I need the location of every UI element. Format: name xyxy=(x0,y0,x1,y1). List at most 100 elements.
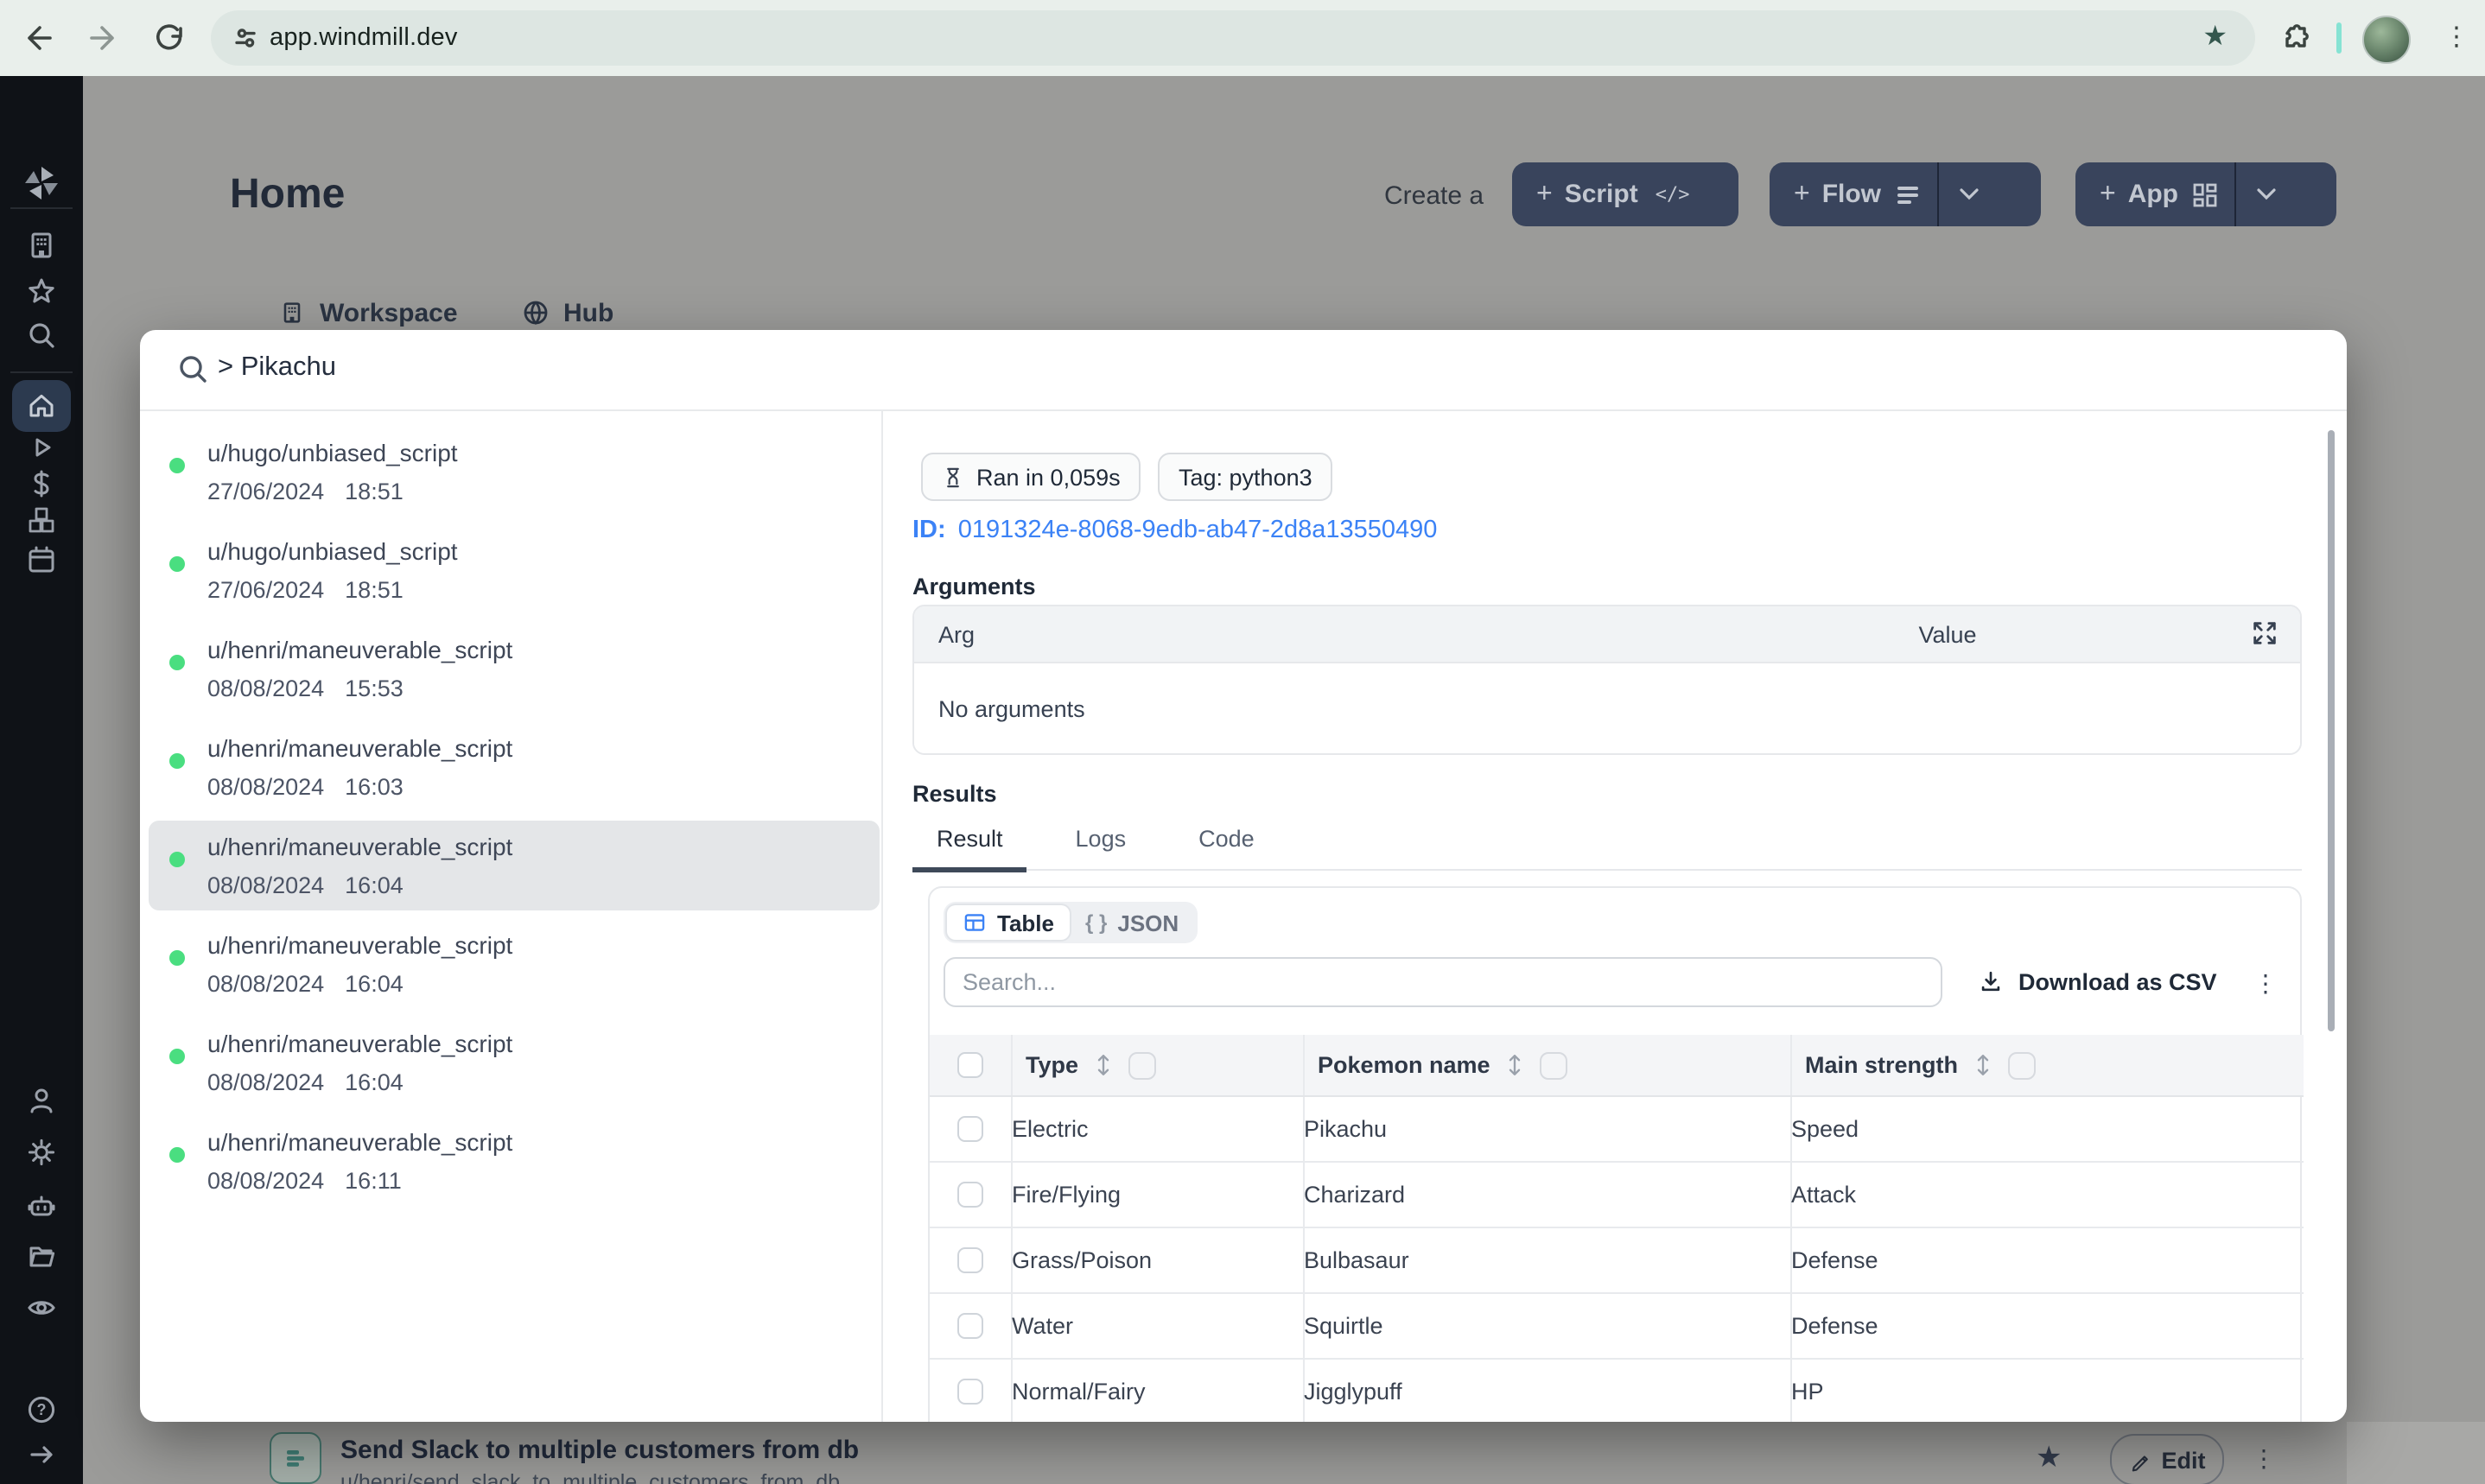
row-checkbox[interactable] xyxy=(957,1116,983,1142)
grid-icon xyxy=(2192,182,2216,206)
column-filter-box[interactable] xyxy=(2008,1051,2037,1079)
sidebar-item-help-icon[interactable]: ? xyxy=(24,1392,59,1427)
sidebar-item-settings-icon[interactable] xyxy=(24,1135,59,1170)
avatar[interactable] xyxy=(2362,16,2411,64)
table-icon xyxy=(964,914,985,931)
run-list-item[interactable]: u/hugo/unbiased_script 27/06/2024 18:51 xyxy=(149,525,880,615)
sidebar-item-search-icon[interactable] xyxy=(24,318,59,352)
sidebar-item-favorites-icon[interactable] xyxy=(24,275,59,309)
sidebar-collapse-icon[interactable] xyxy=(24,1437,59,1472)
run-list-item-selected[interactable]: u/henri/maneuverable_script 08/08/2024 16… xyxy=(149,821,880,910)
cell-main-strength: Defense xyxy=(1789,1227,2304,1294)
back-icon[interactable] xyxy=(21,21,55,55)
table-row[interactable]: Fire/Flying Charizard Attack xyxy=(930,1162,2304,1228)
item-menu-icon[interactable]: ⋮ xyxy=(2252,1444,2276,1474)
bottom-item-title[interactable]: Send Slack to multiple customers from db xyxy=(340,1436,859,1465)
page-edge-strip xyxy=(2347,1422,2485,1484)
detail-scrollbar[interactable] xyxy=(2328,430,2335,1031)
run-list: u/hugo/unbiased_script 27/06/2024 18:51 u… xyxy=(140,409,881,1422)
favorite-star-icon[interactable]: ★ xyxy=(2036,1441,2062,1475)
row-checkbox[interactable] xyxy=(957,1182,983,1208)
tab-code[interactable]: Code xyxy=(1174,819,1279,869)
run-list-item[interactable]: u/henri/maneuverable_script 08/08/2024 15… xyxy=(149,624,880,713)
forward-icon[interactable] xyxy=(86,21,121,55)
cell-type: Water xyxy=(1010,1293,1303,1360)
result-card: Table { } JSON Download as CSV ⋮ xyxy=(928,886,2304,1422)
run-list-item[interactable]: u/henri/maneuverable_script 08/08/2024 16… xyxy=(149,1116,880,1206)
site-settings-icon[interactable] xyxy=(228,21,263,55)
create-flow-button[interactable]: + Flow xyxy=(1770,162,2041,226)
column-header-pokemon-name[interactable]: Pokemon name xyxy=(1318,1052,1490,1078)
edit-button[interactable]: Edit xyxy=(2110,1434,2224,1484)
cell-type: Grass/Poison xyxy=(1010,1227,1303,1294)
sidebar-item-spend-icon[interactable] xyxy=(24,466,59,501)
result-table: Type Pokemon name Main strength Electric… xyxy=(930,1035,2304,1422)
sidebar-item-runs-icon[interactable] xyxy=(24,430,59,465)
run-path: u/hugo/unbiased_script xyxy=(207,439,458,466)
globe-icon xyxy=(524,301,548,325)
run-path: u/henri/maneuverable_script xyxy=(207,734,513,762)
modal-search-input[interactable] xyxy=(218,352,2119,384)
results-label: Results xyxy=(912,781,997,807)
tab-logs[interactable]: Logs xyxy=(1052,819,1151,869)
sidebar-item-user-icon[interactable] xyxy=(24,1083,59,1118)
bookmark-star-icon[interactable]: ★ xyxy=(2202,19,2228,54)
run-path: u/henri/maneuverable_script xyxy=(207,1030,513,1057)
sidebar-item-folders-icon[interactable] xyxy=(24,1239,59,1273)
sort-icon[interactable] xyxy=(1096,1052,1111,1078)
column-header-type[interactable]: Type xyxy=(1026,1052,1078,1078)
modal-search-bar[interactable] xyxy=(140,330,2347,411)
extensions-icon[interactable] xyxy=(2278,21,2312,55)
result-search-input[interactable] xyxy=(944,957,1942,1007)
table-row[interactable]: Water Squirtle Defense xyxy=(930,1293,2304,1360)
column-filter-box[interactable] xyxy=(1540,1051,1568,1079)
create-script-button[interactable]: + Script </> xyxy=(1512,162,1738,226)
run-list-item[interactable]: u/henri/maneuverable_script 08/08/2024 16… xyxy=(149,919,880,1009)
tab-result[interactable]: Result xyxy=(912,819,1027,872)
chevron-down-icon[interactable] xyxy=(2256,188,2275,200)
cell-pokemon-name: Pikachu xyxy=(1302,1096,1790,1163)
sidebar-item-home-icon[interactable] xyxy=(24,389,59,423)
select-all-checkbox[interactable] xyxy=(957,1052,983,1078)
column-header-main-strength[interactable]: Main strength xyxy=(1805,1052,1958,1078)
table-row[interactable]: Grass/Poison Bulbasaur Defense xyxy=(930,1227,2304,1294)
expand-icon[interactable] xyxy=(2250,618,2279,648)
create-script-label: Script xyxy=(1564,180,1638,209)
sort-icon[interactable] xyxy=(1508,1052,1523,1078)
row-checkbox[interactable] xyxy=(957,1313,983,1339)
success-dot-icon xyxy=(169,458,185,473)
sidebar-item-audit-icon[interactable] xyxy=(24,1291,59,1325)
run-list-item[interactable]: u/hugo/unbiased_script 27/06/2024 18:51 xyxy=(149,427,880,517)
browser-menu-icon[interactable]: ⋮ xyxy=(2444,24,2469,50)
toggle-json[interactable]: { } JSON xyxy=(1070,905,1194,940)
download-csv-button[interactable]: Download as CSV xyxy=(1977,967,2217,995)
result-tabs: Result Logs Code xyxy=(912,819,2302,872)
url-text[interactable]: app.windmill.dev xyxy=(270,24,458,52)
sidebar-item-schedules-icon[interactable] xyxy=(24,542,59,577)
cell-main-strength: Defense xyxy=(1789,1293,2304,1360)
toggle-json-label: JSON xyxy=(1117,910,1179,935)
run-list-item[interactable]: u/henri/maneuverable_script 08/08/2024 16… xyxy=(149,1018,880,1107)
reload-icon[interactable] xyxy=(152,21,187,55)
toggle-table[interactable]: Table xyxy=(947,905,1070,940)
table-menu-icon[interactable]: ⋮ xyxy=(2253,969,2278,999)
sidebar-item-workspace-icon[interactable] xyxy=(24,228,59,263)
row-checkbox[interactable] xyxy=(957,1247,983,1273)
table-row[interactable]: Electric Pikachu Speed xyxy=(930,1096,2304,1163)
sidebar-item-resources-icon[interactable] xyxy=(24,503,59,537)
tab-hub[interactable]: Hub xyxy=(522,294,613,332)
chevron-down-icon[interactable] xyxy=(1959,188,1978,200)
address-bar[interactable]: app.windmill.dev ★ xyxy=(211,10,2255,66)
column-filter-box[interactable] xyxy=(1128,1051,1157,1079)
tab-workspace[interactable]: Workspace xyxy=(278,294,458,332)
create-app-button[interactable]: + App xyxy=(2075,162,2336,226)
view-toggle: Table { } JSON xyxy=(944,902,1198,943)
sidebar-item-workers-icon[interactable] xyxy=(24,1189,59,1223)
arg-column-header: Arg xyxy=(938,621,976,647)
sort-icon[interactable] xyxy=(1975,1052,1991,1078)
windmill-logo-icon[interactable] xyxy=(21,162,58,200)
run-list-item[interactable]: u/henri/maneuverable_script 08/08/2024 16… xyxy=(149,722,880,812)
table-row[interactable]: Normal/Fairy Jigglypuff HP xyxy=(930,1359,2304,1422)
row-checkbox[interactable] xyxy=(957,1379,983,1405)
run-id-link[interactable]: 0191324e-8068-9edb-ab47-2d8a13550490 xyxy=(958,517,1438,544)
